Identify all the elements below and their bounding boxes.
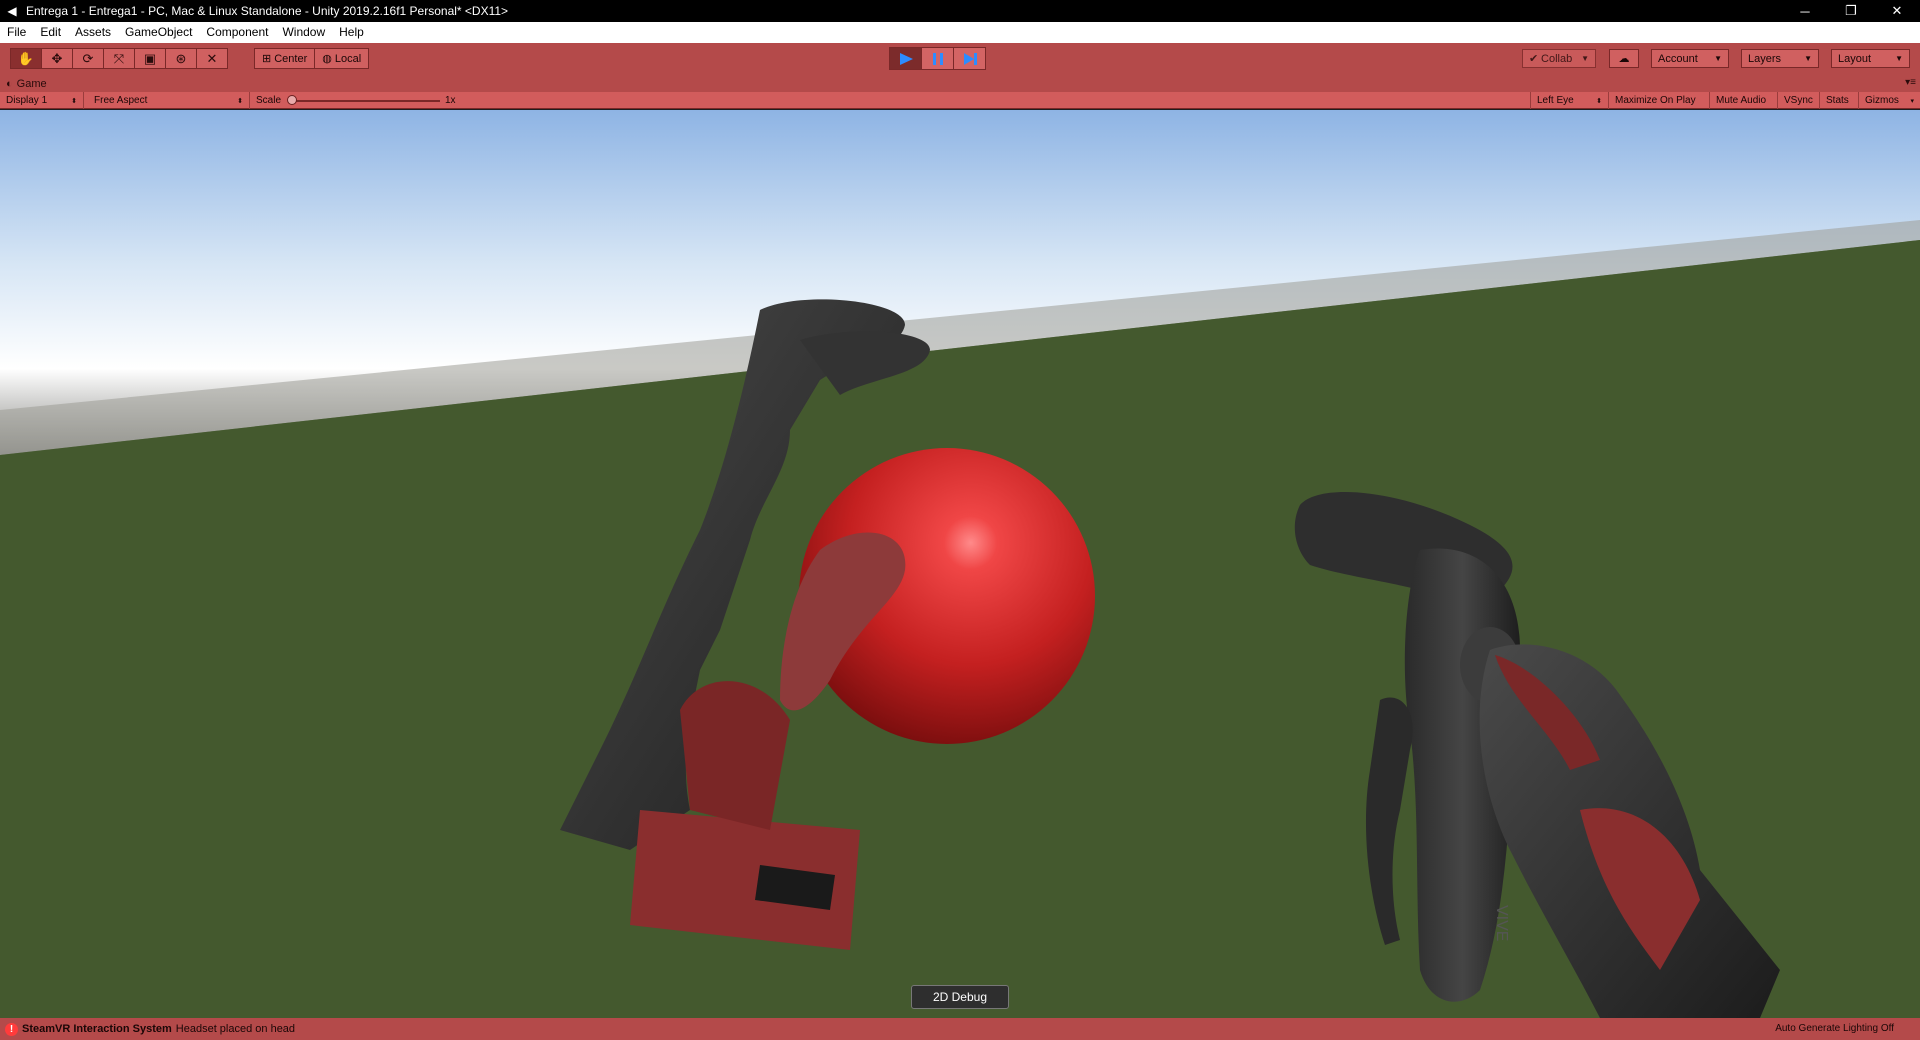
globe-icon: ◍: [322, 53, 332, 65]
aspect-label: Free Aspect: [94, 95, 148, 106]
space-label: Local: [334, 52, 362, 65]
stats-toggle[interactable]: Stats: [1820, 92, 1859, 109]
pivot-toggles: ⊞ Center ◍ Local: [254, 48, 370, 69]
pause-icon: [932, 52, 943, 65]
hand-icon: ✋: [17, 50, 35, 66]
pause-button[interactable]: [921, 47, 954, 70]
status-message[interactable]: Headset placed on head: [176, 1023, 295, 1035]
pivot-space-button[interactable]: ◍ Local: [314, 48, 370, 69]
cloud-button[interactable]: ☁: [1609, 49, 1639, 68]
status-source[interactable]: SteamVR Interaction System: [22, 1023, 172, 1035]
rotate-icon: ⟳: [82, 50, 94, 66]
tab-game[interactable]: ◐ Game: [6, 75, 47, 92]
updown-icon: ⬍: [71, 97, 77, 105]
game-render: VIVE: [0, 110, 1920, 1018]
layers-label: Layers: [1748, 52, 1782, 65]
transform-tools: ✋ ✥ ⟳ ⤧ ▣ ⊛ ✕: [10, 48, 228, 69]
display-label: Display 1: [6, 95, 48, 106]
eye-dropdown[interactable]: Left Eye ⬍: [1530, 92, 1609, 109]
menu-bar: File Edit Assets GameObject Component Wi…: [0, 22, 1920, 43]
game-tab-row: ◐ Game ▾≡: [0, 75, 1920, 92]
menu-file[interactable]: File: [0, 22, 33, 43]
pivot-icon: ⊞: [262, 53, 272, 65]
close-button[interactable]: ✕: [1874, 0, 1920, 22]
custom-tool-button[interactable]: ✕: [196, 48, 228, 69]
vsync-label: VSync: [1784, 95, 1813, 106]
transform-tool-button[interactable]: ⊛: [165, 48, 197, 69]
scale-slider-thumb[interactable]: [287, 95, 297, 105]
mute-audio-toggle[interactable]: Mute Audio: [1710, 92, 1778, 109]
minimize-button[interactable]: ─: [1782, 0, 1828, 22]
rect-icon: ▣: [143, 50, 157, 66]
restore-button[interactable]: ❐: [1828, 0, 1874, 22]
gizmos-label: Gizmos: [1865, 95, 1899, 106]
mute-label: Mute Audio: [1716, 95, 1767, 106]
scale-icon: ⤧: [113, 50, 125, 66]
layout-label: Layout: [1838, 52, 1872, 65]
vsync-toggle[interactable]: VSync: [1778, 92, 1820, 109]
game-controller-icon: ◐: [6, 77, 13, 90]
status-bar: ! SteamVR Interaction System Headset pla…: [0, 1018, 1920, 1040]
menu-assets[interactable]: Assets: [68, 22, 118, 43]
custom-tool-icon: ✕: [206, 50, 218, 66]
chevron-down-icon: ▾: [1910, 97, 1914, 105]
check-icon: ✔: [1529, 53, 1539, 65]
updown-icon: ⬍: [237, 97, 243, 105]
collab-dropdown[interactable]: ✔ Collab ▼: [1522, 49, 1596, 68]
aspect-dropdown[interactable]: Free Aspect ⬍: [88, 92, 250, 109]
menu-window[interactable]: Window: [275, 22, 332, 43]
hand-tool-button[interactable]: ✋: [10, 48, 42, 69]
scale-tool-button[interactable]: ⤧: [103, 48, 135, 69]
account-label: Account: [1658, 52, 1698, 65]
layers-dropdown[interactable]: Layers ▼: [1741, 49, 1819, 68]
play-button[interactable]: [889, 47, 922, 70]
pivot-label: Center: [274, 52, 308, 65]
menu-component[interactable]: Component: [199, 22, 275, 43]
lighting-status[interactable]: Auto Generate Lighting Off: [1775, 1018, 1894, 1040]
eye-label: Left Eye: [1537, 95, 1574, 106]
play-icon: [899, 52, 913, 65]
game-view-controls: Display 1 ⬍ Free Aspect ⬍ Scale 1x Left Ey…: [0, 92, 1920, 109]
collab-label: Collab: [1541, 52, 1573, 65]
error-icon: !: [5, 1022, 18, 1036]
move-tool-button[interactable]: ✥: [41, 48, 73, 69]
pivot-center-button[interactable]: ⊞ Center: [254, 48, 316, 69]
step-button[interactable]: [953, 47, 986, 70]
scale-label: Scale: [256, 95, 282, 106]
rect-tool-button[interactable]: ▣: [134, 48, 166, 69]
game-viewport[interactable]: VIVE: [0, 110, 1920, 1018]
menu-gameobject[interactable]: GameObject: [118, 22, 199, 43]
stats-label: Stats: [1826, 95, 1849, 106]
menu-edit[interactable]: Edit: [33, 22, 68, 43]
gizmos-dropdown[interactable]: Gizmos ▾: [1859, 92, 1920, 109]
move-icon: ✥: [51, 50, 63, 66]
scale-value: 1x: [445, 95, 456, 106]
transform-icon: ⊛: [175, 50, 187, 66]
window-titlebar: ◀ Entrega 1 - Entrega1 - PC, Mac & Linux…: [0, 0, 1920, 22]
window-title: Entrega 1 - Entrega1 - PC, Mac & Linux S…: [26, 4, 509, 18]
layout-dropdown[interactable]: Layout ▼: [1831, 49, 1910, 68]
rotate-tool-button[interactable]: ⟳: [72, 48, 104, 69]
updown-icon: ⬍: [1596, 97, 1602, 105]
display-dropdown[interactable]: Display 1 ⬍: [0, 92, 84, 109]
menu-help[interactable]: Help: [332, 22, 371, 43]
cloud-icon: ☁: [1618, 53, 1630, 65]
step-icon: [963, 52, 977, 65]
unity-logo-icon: ◀: [7, 4, 17, 18]
tab-options-icon[interactable]: ▾≡: [1905, 77, 1916, 88]
maximize-on-play-toggle[interactable]: Maximize On Play: [1609, 92, 1710, 109]
chevron-down-icon: ▼: [1804, 54, 1812, 63]
maximize-label: Maximize On Play: [1615, 95, 1696, 106]
tab-game-label: Game: [16, 77, 47, 90]
scale-slider-track[interactable]: [292, 100, 440, 102]
2d-debug-button[interactable]: 2D Debug: [911, 985, 1009, 1009]
controller-brand: VIVE: [1493, 905, 1510, 941]
main-toolbar: ✋ ✥ ⟳ ⤧ ▣ ⊛ ✕ ⊞ Center ◍ Local ✔ Collab ▼ ☁ …: [0, 43, 1920, 75]
chevron-down-icon: ▼: [1714, 54, 1722, 63]
chevron-down-icon: ▼: [1895, 54, 1903, 63]
account-dropdown[interactable]: Account ▼: [1651, 49, 1729, 68]
playback-controls: [889, 47, 986, 70]
chevron-down-icon: ▼: [1581, 54, 1589, 63]
